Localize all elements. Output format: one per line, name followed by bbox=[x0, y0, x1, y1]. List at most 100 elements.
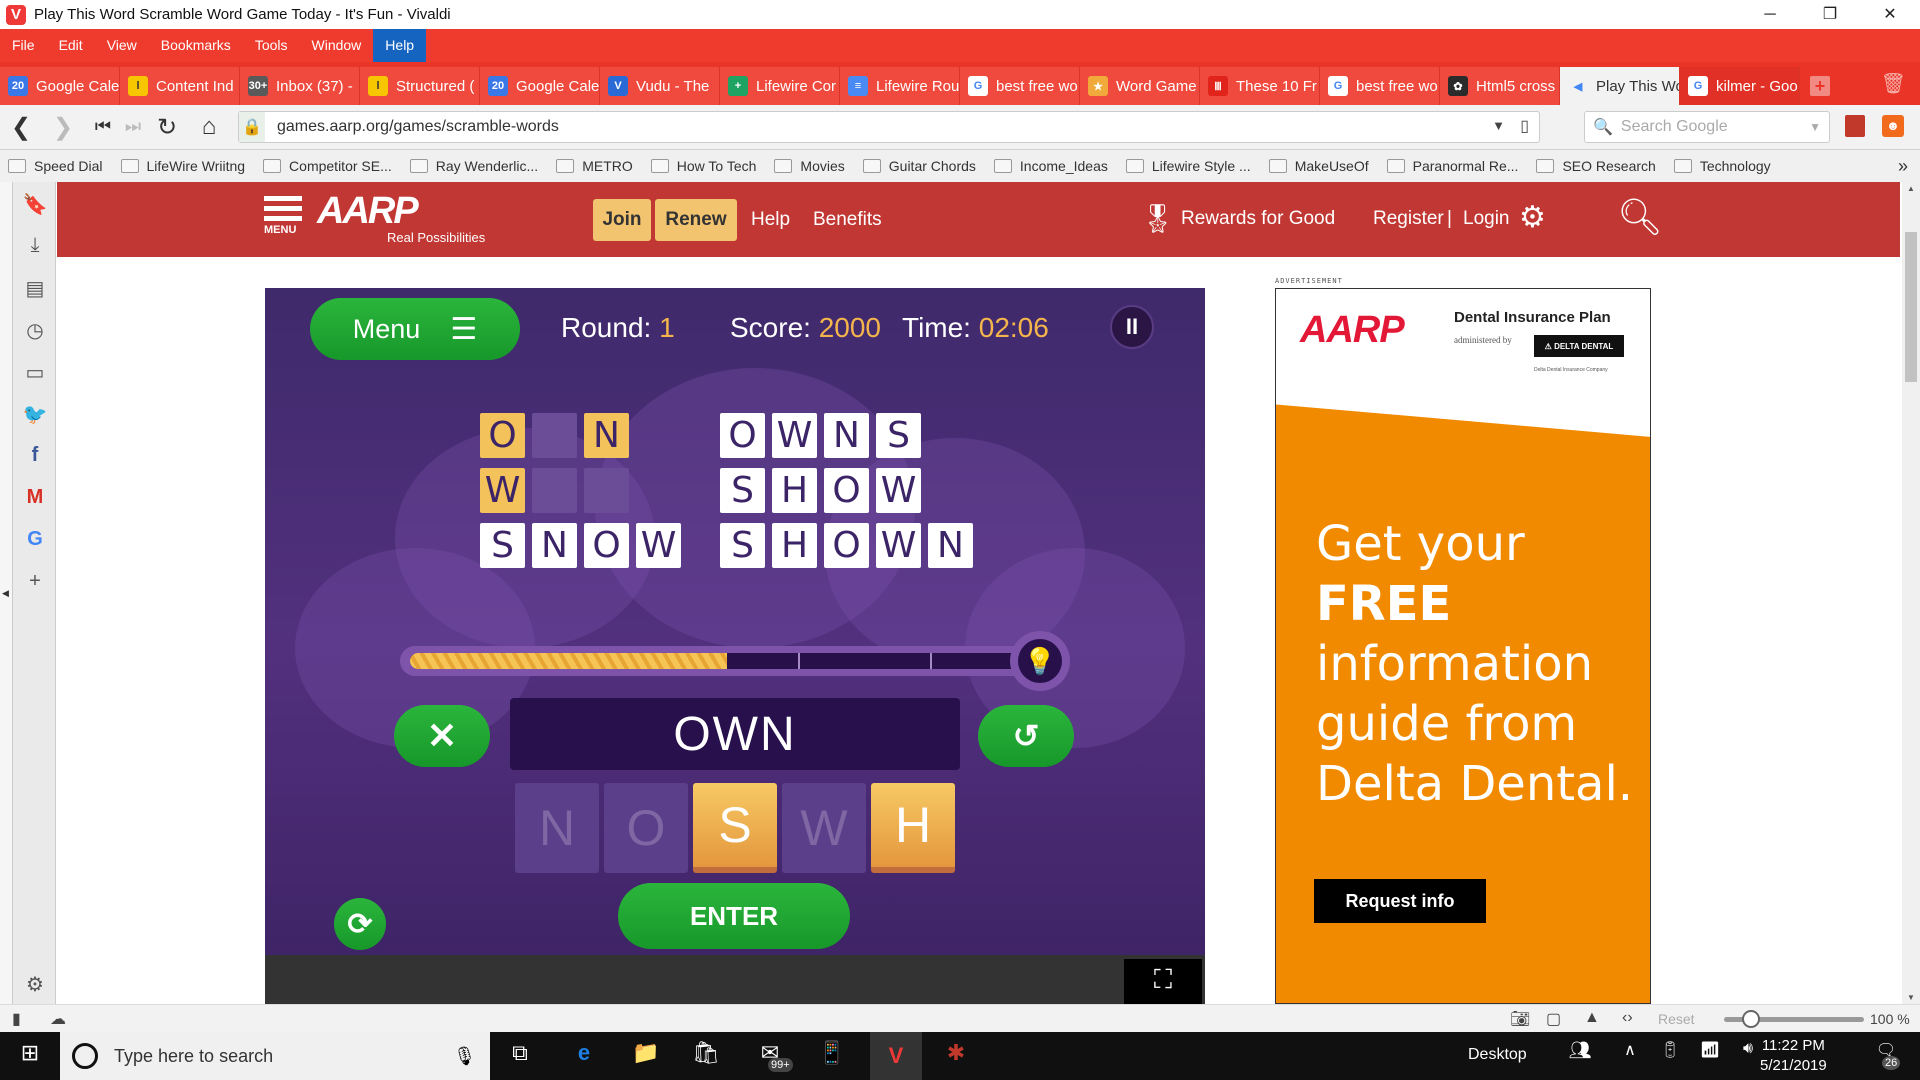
login-link[interactable]: Login bbox=[1463, 208, 1510, 230]
forward-button[interactable]: ❯ bbox=[48, 113, 78, 142]
advertisement[interactable]: AARP Dental Insurance Plan administered … bbox=[1275, 288, 1651, 1004]
back-button[interactable]: ❮ bbox=[6, 113, 36, 142]
windows-search-box[interactable]: Type here to search 🎙 bbox=[60, 1032, 490, 1080]
undo-button[interactable]: ↺ bbox=[978, 705, 1074, 767]
letter-tile[interactable]: W bbox=[782, 783, 866, 873]
show-hidden-icons[interactable]: ∧ bbox=[1610, 1040, 1650, 1060]
trash-icon[interactable]: 🗑 bbox=[1881, 71, 1906, 96]
more-bookmarks-icon[interactable]: » bbox=[1898, 156, 1908, 177]
panel-toggle-strip[interactable]: ◀ bbox=[0, 182, 12, 1004]
zoom-slider-knob[interactable] bbox=[1742, 1010, 1760, 1028]
menu-edit[interactable]: Edit bbox=[47, 29, 95, 62]
browser-tab[interactable]: Gbest free wo bbox=[1320, 67, 1440, 105]
sync-cloud-icon[interactable]: ☁ bbox=[50, 1009, 66, 1029]
help-link[interactable]: Help bbox=[751, 209, 790, 231]
zoom-reset-button[interactable]: Reset bbox=[1658, 1011, 1695, 1027]
browser-tab[interactable]: l Content Ind bbox=[120, 67, 240, 105]
capture-icon[interactable]: 📷︎ bbox=[1510, 1009, 1530, 1029]
settings-gear-icon[interactable]: ⚙ bbox=[13, 972, 57, 997]
scrollbar-thumb[interactable] bbox=[1905, 232, 1917, 382]
bookmark-item[interactable]: Income_Ideas bbox=[993, 158, 1108, 174]
search-icon[interactable]: 🔍︎ bbox=[1617, 196, 1663, 238]
url-dropdown-icon[interactable]: ▼ bbox=[1492, 118, 1505, 133]
twitter-icon[interactable]: 🐦 bbox=[13, 402, 57, 427]
store-icon[interactable]: 🛍 bbox=[686, 1040, 726, 1066]
account-gear-icon[interactable]: ⚙ bbox=[1519, 200, 1546, 235]
tiling-icon[interactable]: ▢ bbox=[1546, 1009, 1561, 1029]
scroll-up-icon[interactable]: ▲ bbox=[1907, 184, 1915, 193]
bookmark-item[interactable]: Ray Wenderlic... bbox=[409, 158, 538, 174]
bookmark-item[interactable]: LifeWire Wriitng bbox=[120, 158, 245, 174]
notes-panel-icon[interactable]: ▤ bbox=[13, 276, 57, 301]
register-link[interactable]: Register bbox=[1373, 208, 1444, 230]
battery-icon[interactable]: 🔋︎ bbox=[1650, 1040, 1690, 1060]
edge-icon[interactable]: e bbox=[564, 1040, 604, 1066]
menu-bookmarks[interactable]: Bookmarks bbox=[149, 29, 243, 62]
bookmark-item[interactable]: Competitor SE... bbox=[263, 158, 392, 174]
phone-icon[interactable]: 📱 bbox=[812, 1040, 852, 1066]
system-clock[interactable]: 11:22 PM 5/21/2019 bbox=[1760, 1036, 1827, 1076]
browser-tab[interactable]: l Structured ( bbox=[360, 67, 480, 105]
search-field[interactable]: 🔍 Search Google ▼ bbox=[1584, 111, 1830, 143]
gmail-icon[interactable]: M bbox=[13, 486, 57, 509]
bookmark-item[interactable]: Lifewire Style ... bbox=[1125, 158, 1251, 174]
bookmark-item[interactable]: Movies bbox=[774, 158, 845, 174]
rewards-link[interactable]: Rewards for Good bbox=[1181, 208, 1335, 230]
add-panel-icon[interactable]: + bbox=[13, 570, 57, 593]
mail-icon[interactable]: ✉ 99+ bbox=[750, 1040, 793, 1072]
scroll-down-icon[interactable]: ▼ bbox=[1907, 993, 1915, 1002]
bookmark-item[interactable]: Speed Dial bbox=[8, 158, 103, 174]
bookmark-item[interactable]: Paranormal Re... bbox=[1386, 158, 1518, 174]
enter-button[interactable]: ENTER bbox=[618, 883, 850, 949]
page-scrollbar[interactable]: ▲ ▼ bbox=[1902, 182, 1920, 1004]
bookmark-item[interactable]: Technology bbox=[1673, 158, 1771, 174]
bookmark-item[interactable]: MakeUseOf bbox=[1268, 158, 1369, 174]
browser-tab[interactable]: Ⅲ These 10 Fr bbox=[1200, 67, 1320, 105]
file-explorer-icon[interactable]: 📁 bbox=[626, 1040, 666, 1066]
search-dropdown-icon[interactable]: ▼ bbox=[1809, 120, 1821, 134]
benefits-link[interactable]: Benefits bbox=[813, 209, 882, 231]
desktop-toolbar[interactable]: Desktop bbox=[1468, 1046, 1527, 1064]
bookmark-item[interactable]: SEO Research bbox=[1536, 158, 1656, 174]
join-button[interactable]: Join bbox=[593, 199, 651, 241]
letter-tile[interactable]: O bbox=[604, 783, 688, 873]
reload-button[interactable]: ↻ bbox=[152, 113, 182, 142]
search-engine-icon[interactable]: 🔍 bbox=[1593, 117, 1613, 137]
collapse-arrow-icon[interactable]: ◀ bbox=[2, 588, 9, 599]
fullscreen-exit-button[interactable]: ⛶ bbox=[1124, 959, 1202, 1004]
browser-tab[interactable]: ◀ Play This Wo bbox=[1560, 67, 1680, 105]
bookmark-page-icon[interactable]: ▯ bbox=[1520, 116, 1529, 136]
browser-tab[interactable]: + Lifewire Cor bbox=[720, 67, 840, 105]
menu-help[interactable]: Help bbox=[373, 29, 427, 62]
aarp-logo[interactable]: AARP bbox=[317, 190, 419, 233]
microphone-icon[interactable]: 🎙 bbox=[453, 1046, 476, 1067]
shuffle-button[interactable]: ⟳ bbox=[334, 898, 386, 950]
letter-tile[interactable]: N bbox=[515, 783, 599, 873]
restore-button[interactable]: ❐ bbox=[1800, 0, 1860, 29]
facebook-icon[interactable]: f bbox=[13, 444, 57, 467]
clear-button[interactable]: ✕ bbox=[394, 705, 490, 767]
game-menu-button[interactable]: Menu ☰ bbox=[310, 298, 520, 360]
request-info-button[interactable]: Request info bbox=[1314, 879, 1486, 923]
notifications-icon[interactable]: 🗨 26 bbox=[1866, 1040, 1906, 1070]
menu-tools[interactable]: Tools bbox=[243, 29, 300, 62]
hint-button[interactable]: 💡 bbox=[1010, 631, 1070, 691]
home-button[interactable]: ⌂ bbox=[194, 113, 224, 141]
new-tab-button[interactable]: + bbox=[1810, 76, 1830, 96]
menu-file[interactable]: File bbox=[0, 29, 47, 62]
google-icon[interactable]: G bbox=[13, 528, 57, 551]
zoom-slider[interactable] bbox=[1724, 1010, 1864, 1028]
images-icon[interactable]: ▲ bbox=[1584, 1009, 1600, 1027]
menu-view[interactable]: View bbox=[95, 29, 149, 62]
fast-forward-button[interactable]: ⏭ bbox=[118, 116, 148, 137]
browser-tab[interactable]: V Vudu - The bbox=[600, 67, 720, 105]
browser-tab[interactable]: 30+ Inbox (37) - bbox=[240, 67, 360, 105]
browser-tab[interactable]: Gbest free wo bbox=[960, 67, 1080, 105]
browser-tab[interactable]: 20 Google Cale bbox=[0, 67, 120, 105]
close-button[interactable]: ✕ bbox=[1860, 0, 1920, 29]
page-actions-icon[interactable]: ‹› bbox=[1622, 1009, 1633, 1027]
bookmark-item[interactable]: Guitar Chords bbox=[862, 158, 976, 174]
browser-tab[interactable]: ★ Word Game bbox=[1080, 67, 1200, 105]
game-taskbar-icon[interactable]: ✱ bbox=[936, 1040, 976, 1066]
bookmark-item[interactable]: METRO bbox=[556, 158, 633, 174]
